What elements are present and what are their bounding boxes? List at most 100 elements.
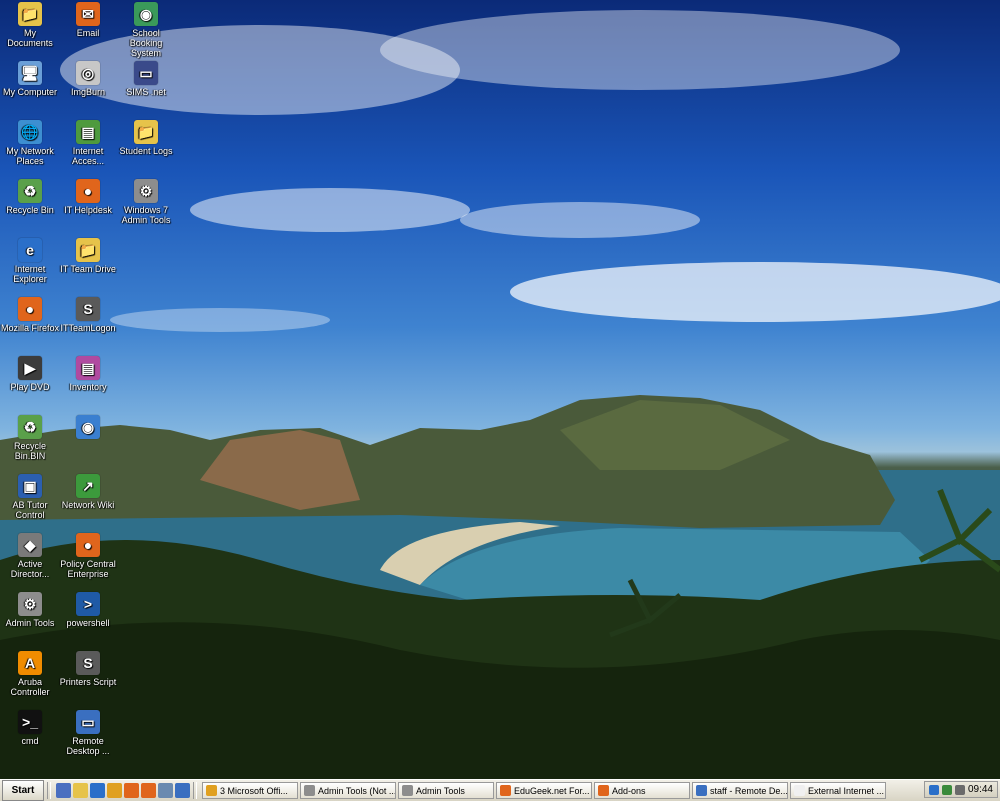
email-icon: ✉ [76, 2, 100, 26]
desktop-shortcut-label: Active Director... [10, 559, 50, 579]
desktop-background: 📁 My Documents 🖥 My Computer 🌐 My Network Pla… [0, 0, 1000, 779]
taskbar-button[interactable]: Admin Tools (Not ... [300, 782, 396, 799]
desktop-shortcut[interactable]: ▶ Play DVD [0, 356, 60, 392]
desktop-shortcut[interactable]: ↗ Network Wiki [58, 474, 118, 510]
task-buttons: 3 Microsoft Offi... Admin Tools (Not ... A… [200, 782, 886, 799]
taskbar-button-label: Add-ons [612, 785, 646, 796]
desktop-shortcut-label: IT Team Drive [60, 264, 116, 274]
desktop-shortcut[interactable]: A Aruba Controller [0, 651, 60, 697]
desktop-shortcut[interactable]: ◎ ImgBurn [58, 61, 118, 97]
taskbar-button[interactable]: Admin Tools [398, 782, 494, 799]
volume-tray-icon[interactable] [954, 784, 965, 795]
taskbar-button[interactable]: External Internet ... [790, 782, 886, 799]
itteamlogon-icon: S [76, 297, 100, 321]
taskbar-button-label: 3 Microsoft Offi... [220, 785, 288, 796]
desktop-shortcut[interactable]: ◉ School Booking System [116, 2, 176, 58]
school-booking-icon: ◉ [134, 2, 158, 26]
security-tray-icon[interactable] [941, 784, 952, 795]
desktop-shortcut[interactable]: ● Policy Central Enterprise [58, 533, 118, 579]
it-helpdesk-icon: ● [76, 179, 100, 203]
desktop-shortcut[interactable]: ⚙ Admin Tools [0, 592, 60, 628]
desktop-shortcut[interactable]: 📁 My Documents [0, 2, 60, 48]
desktop-shortcut[interactable]: ▤ Inventory [58, 356, 118, 392]
ql-firefox-icon[interactable] [124, 783, 139, 798]
my-computer-icon: 🖥 [18, 61, 42, 85]
desktop-shortcut[interactable]: ▣ AB Tutor Control [0, 474, 60, 520]
internet-explorer-icon: e [18, 238, 42, 262]
my-documents-icon: 📁 [18, 2, 42, 26]
desktop-shortcut-label: Aruba Controller [10, 677, 50, 697]
ql-ie-icon[interactable] [90, 783, 105, 798]
inventory-icon: ▤ [76, 356, 100, 380]
desktop-shortcut-label: ImgBurn [70, 87, 105, 97]
desktop-shortcut[interactable]: >_ cmd [0, 710, 60, 746]
taskbar-button[interactable]: staff - Remote De... [692, 782, 788, 799]
desktop-shortcut[interactable]: 🌐 My Network Places [0, 120, 60, 166]
taskbar-button[interactable]: 3 Microsoft Offi... [202, 782, 298, 799]
taskbar-button[interactable]: EduGeek.net For... [496, 782, 592, 799]
network-tray-icon[interactable] [928, 784, 939, 795]
desktop-shortcut-label: cmd [21, 736, 39, 746]
desktop-shortcut-label: Windows 7 Admin Tools [121, 205, 171, 225]
ql-window-icon[interactable] [158, 783, 173, 798]
desktop-shortcut-label: Admin Tools [5, 618, 55, 628]
policy-central-icon: ● [76, 533, 100, 557]
taskbar-app-icon [598, 785, 609, 796]
desktop-shortcut-label: SIMS .net [126, 87, 166, 97]
internet-access-icon: ▤ [76, 120, 100, 144]
ql-explorer-icon[interactable] [73, 783, 88, 798]
desktop-shortcut[interactable]: ▭ Remote Desktop ... [58, 710, 118, 756]
desktop-shortcut-label: Recycle Bin.BIN [13, 441, 46, 461]
ab-tutor-icon: ▣ [18, 474, 42, 498]
redacted-shortcut-icon: ◉ [76, 415, 100, 439]
desktop-shortcut[interactable]: S Printers Script [58, 651, 118, 687]
aruba-controller-icon: A [18, 651, 42, 675]
desktop-shortcut[interactable]: ✉ Email [58, 2, 118, 38]
desktop-shortcut[interactable]: 📁 Student Logs [116, 120, 176, 156]
ql-outlook-icon[interactable] [107, 783, 122, 798]
desktop-shortcut-label: Inventory [69, 382, 107, 392]
desktop-shortcut[interactable]: e Internet Explorer [0, 238, 60, 284]
desktop-shortcut[interactable]: ♻ Recycle Bin.BIN [0, 415, 60, 461]
taskbar-button[interactable]: Add-ons [594, 782, 690, 799]
desktop-shortcut[interactable]: ▤ Internet Acces... [58, 120, 118, 166]
play-dvd-icon: ▶ [18, 356, 42, 380]
desktop-shortcut[interactable]: ◆ Active Director... [0, 533, 60, 579]
desktop-shortcut[interactable]: ● Mozilla Firefox [0, 297, 60, 333]
desktop-shortcut-label: School Booking System [129, 28, 163, 58]
taskbar-button-label: Admin Tools (Not ... [318, 785, 396, 796]
desktop-shortcut[interactable]: 📁 IT Team Drive [58, 238, 118, 274]
desktop-shortcut[interactable]: ◉ [58, 415, 118, 441]
taskbar-separator [193, 782, 197, 799]
desktop-shortcut[interactable]: ♻ Recycle Bin [0, 179, 60, 215]
desktop-shortcut-label: My Computer [2, 87, 57, 97]
desktop-shortcut[interactable]: ● IT Helpdesk [58, 179, 118, 215]
desktop-shortcut[interactable]: 🖥 My Computer [0, 61, 60, 97]
desktop-shortcut[interactable]: ⚙ Windows 7 Admin Tools [116, 179, 176, 225]
system-tray: 09:44 [924, 781, 998, 798]
desktop-shortcut-label: Student Logs [119, 146, 173, 156]
imgburn-icon: ◎ [76, 61, 100, 85]
desktop-shortcut-label: Play DVD [10, 382, 50, 392]
taskbar-button-label: Admin Tools [416, 785, 465, 796]
desktop-shortcut-label: IT Helpdesk [64, 205, 112, 215]
printers-script-icon: S [76, 651, 100, 675]
taskbar-app-icon [402, 785, 413, 796]
admin-tools-icon: ⚙ [18, 592, 42, 616]
recycle-bin-icon: ♻ [18, 179, 42, 203]
ql-firefox2-icon[interactable] [141, 783, 156, 798]
desktop-shortcut[interactable]: ▭ SIMS .net [116, 61, 176, 97]
desktop-shortcut[interactable]: > powershell [58, 592, 118, 628]
ql-remote-icon[interactable] [175, 783, 190, 798]
desktop-shortcut-label: Remote Desktop ... [66, 736, 110, 756]
desktop-shortcut-label: ITTeamLogon [60, 323, 116, 333]
clock[interactable]: 09:44 [968, 784, 993, 795]
ql-show-desktop-icon[interactable] [56, 783, 71, 798]
it-team-drive-icon: 📁 [76, 238, 100, 262]
start-button[interactable]: Start [2, 780, 44, 801]
sims-net-icon: ▭ [134, 61, 158, 85]
desktop-shortcut[interactable]: S ITTeamLogon [58, 297, 118, 333]
active-directory-icon: ◆ [18, 533, 42, 557]
student-logs-icon: 📁 [134, 120, 158, 144]
desktop-shortcut-label: Email [76, 28, 100, 38]
